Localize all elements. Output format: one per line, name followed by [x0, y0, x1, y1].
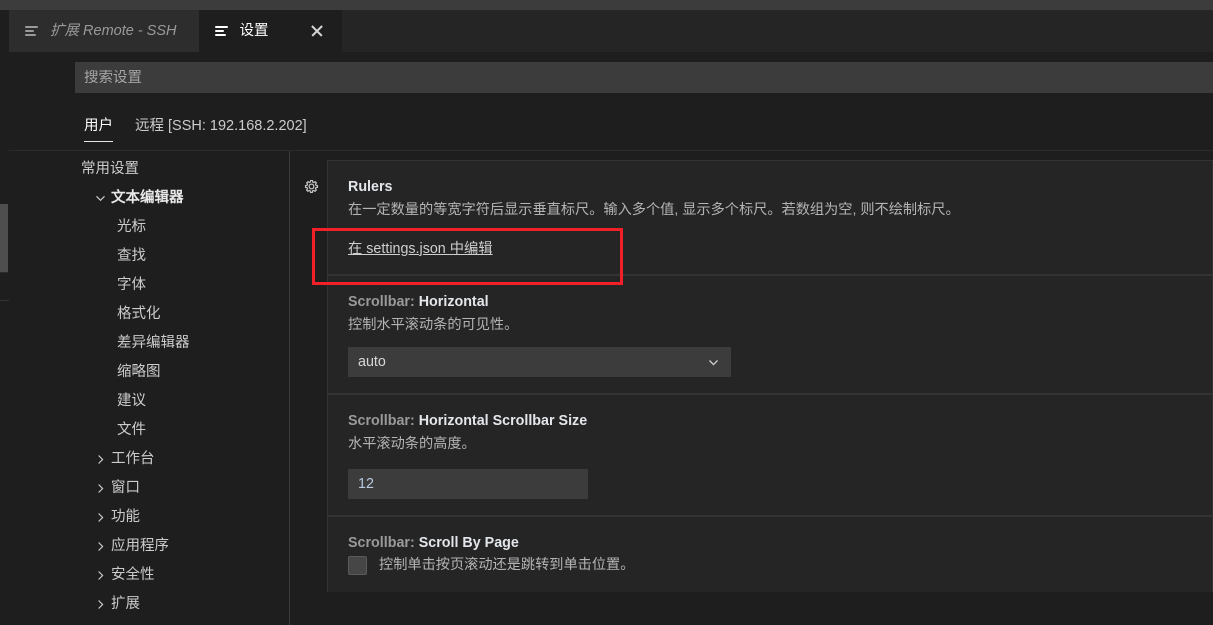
setting-description: 水平滚动条的高度。: [348, 436, 476, 453]
toc-item-label: 工作台: [111, 451, 155, 468]
setting-title: Scrollbar: Horizontal: [348, 294, 1192, 310]
vscode-settings-window: 扩展 Remote - SSH 设置 用户 远程 [SSH: 192.168.2…: [0, 0, 1213, 625]
toc-item-label: 缩略图: [117, 364, 161, 381]
toc-item-window[interactable]: 窗口: [9, 474, 289, 503]
list-icon: [214, 23, 231, 39]
checkbox-row: 控制单击按页滚动还是跳转到单击位置。: [348, 556, 1192, 576]
scope-tab-label: 远程 [SSH: 192.168.2.202]: [135, 118, 307, 134]
setting-title-key: Horizontal: [418, 293, 489, 310]
chevron-down-icon: [705, 354, 721, 370]
chevron-right-icon: [89, 599, 111, 610]
toc-item-find[interactable]: 查找: [9, 242, 289, 271]
title-bar: [9, 0, 1213, 10]
setting-row-scrollbar-horizontal-size: Scrollbar: Horizontal Scrollbar Size 水平滚…: [327, 394, 1213, 516]
toc-item-files[interactable]: 文件: [9, 416, 289, 445]
toc-item-label: 应用程序: [111, 538, 169, 555]
toc-item-features[interactable]: 功能: [9, 503, 289, 532]
toc-item-label: 查找: [117, 248, 146, 265]
setting-title-key: Horizontal Scrollbar Size: [418, 413, 588, 430]
toc-item-label: 扩展: [111, 596, 140, 613]
tab-label: 设置: [239, 22, 269, 39]
toc-item-cursor[interactable]: 光标: [9, 213, 289, 242]
toc-item-common-settings[interactable]: 常用设置: [9, 155, 289, 184]
scope-tab-label: 用户: [84, 118, 113, 134]
settings-toc-tree: 常用设置 文本编辑器 光标 查找 字体 格式化 差异编辑器 缩略图 建议 文件 …: [9, 151, 289, 625]
scroll-by-page-checkbox[interactable]: [348, 556, 367, 576]
toc-item-label: 字体: [117, 277, 146, 294]
edit-in-settings-json-wrap: 在 settings.json 中编辑: [348, 237, 493, 258]
toc-item-formatting[interactable]: 格式化: [9, 300, 289, 329]
select-value: auto: [358, 354, 386, 371]
close-icon[interactable]: [308, 22, 326, 40]
setting-title-prefix: Scrollbar:: [348, 413, 419, 430]
scope-tab-user[interactable]: 用户: [84, 114, 113, 142]
settings-list: Rulers 在一定数量的等宽字符后显示垂直标尺。输入多个值, 显示多个标尺。若…: [290, 151, 1213, 625]
setting-row-rulers: Rulers 在一定数量的等宽字符后显示垂直标尺。输入多个值, 显示多个标尺。若…: [327, 160, 1213, 275]
scope-tab-remote[interactable]: 远程 [SSH: 192.168.2.202]: [135, 114, 307, 142]
chevron-right-icon: [89, 483, 111, 494]
setting-description: 在一定数量的等宽字符后显示垂直标尺。输入多个值, 显示多个标尺。若数组为空, 则…: [348, 202, 960, 218]
scrollbar-horizontal-size-input[interactable]: [348, 468, 588, 499]
scrollbar-horizontal-select[interactable]: auto: [348, 347, 731, 378]
setting-title-prefix: Scrollbar:: [348, 534, 419, 551]
toc-item-label: 光标: [117, 219, 146, 236]
toc-item-label: 常用设置: [81, 161, 139, 178]
settings-scope-tabs: 用户 远程 [SSH: 192.168.2.202]: [84, 108, 307, 142]
chevron-right-icon: [89, 512, 111, 523]
setting-title: Rulers: [348, 179, 1192, 195]
setting-title-key: Scroll By Page: [418, 534, 519, 551]
gear-icon[interactable]: [303, 178, 320, 195]
toc-item-label: 功能: [111, 509, 140, 526]
toc-item-application[interactable]: 应用程序: [9, 532, 289, 561]
toc-item-label: 文件: [117, 422, 146, 439]
toc-item-suggestions[interactable]: 建议: [9, 387, 289, 416]
setting-description: 控制单击按页滚动还是跳转到单击位置。: [379, 556, 635, 573]
toc-item-text-editor[interactable]: 文本编辑器: [9, 184, 289, 213]
setting-description: 控制水平滚动条的可见性。: [348, 316, 519, 333]
toc-item-label: 建议: [117, 393, 146, 410]
tab-extension-remote-ssh[interactable]: 扩展 Remote - SSH: [9, 10, 199, 52]
left-vertical-scrollbar-thumb[interactable]: [0, 204, 8, 272]
tab-label: 扩展 Remote - SSH: [50, 22, 177, 39]
toc-item-label: 文本编辑器: [111, 190, 184, 207]
toc-item-label: 安全性: [111, 567, 155, 584]
setting-title-prefix: Scrollbar:: [348, 293, 419, 310]
settings-body: 常用设置 文本编辑器 光标 查找 字体 格式化 差异编辑器 缩略图 建议 文件 …: [9, 150, 1213, 625]
setting-title: Scrollbar: Scroll By Page: [348, 535, 1192, 551]
toc-item-label: 差异编辑器: [117, 335, 190, 352]
setting-title-key: Rulers: [348, 179, 393, 195]
search-row: [9, 52, 1213, 102]
editor-tab-bar: 扩展 Remote - SSH 设置: [9, 10, 1213, 52]
tab-settings[interactable]: 设置: [198, 10, 342, 52]
left-strip-divider-2: [0, 300, 9, 301]
left-edge-strip: [0, 0, 9, 625]
edit-in-settings-json-link[interactable]: 在 settings.json 中编辑: [348, 241, 493, 257]
search-settings-box[interactable]: [75, 62, 1213, 93]
toc-item-label: 窗口: [111, 480, 140, 497]
chevron-right-icon: [89, 570, 111, 581]
toc-item-label: 格式化: [117, 306, 161, 323]
toc-item-font[interactable]: 字体: [9, 271, 289, 300]
toc-item-workbench[interactable]: 工作台: [9, 445, 289, 474]
setting-row-scrollbar-scroll-by-page: Scrollbar: Scroll By Page 控制单击按页滚动还是跳转到单…: [327, 515, 1213, 592]
search-input[interactable]: [84, 69, 1213, 86]
setting-title: Scrollbar: Horizontal Scrollbar Size: [348, 413, 1192, 429]
toc-item-extensions[interactable]: 扩展: [9, 590, 289, 619]
chevron-right-icon: [89, 454, 111, 465]
toc-item-diff-editor[interactable]: 差异编辑器: [9, 329, 289, 358]
setting-row-scrollbar-horizontal: Scrollbar: Horizontal 控制水平滚动条的可见性。 auto: [327, 274, 1213, 395]
toc-item-minimap[interactable]: 缩略图: [9, 358, 289, 387]
left-strip-divider-1: [0, 272, 9, 273]
chevron-right-icon: [89, 541, 111, 552]
list-icon: [25, 23, 41, 39]
left-strip-titlebar-segment: [0, 0, 9, 10]
chevron-down-icon: [89, 193, 111, 204]
toc-item-security[interactable]: 安全性: [9, 561, 289, 590]
